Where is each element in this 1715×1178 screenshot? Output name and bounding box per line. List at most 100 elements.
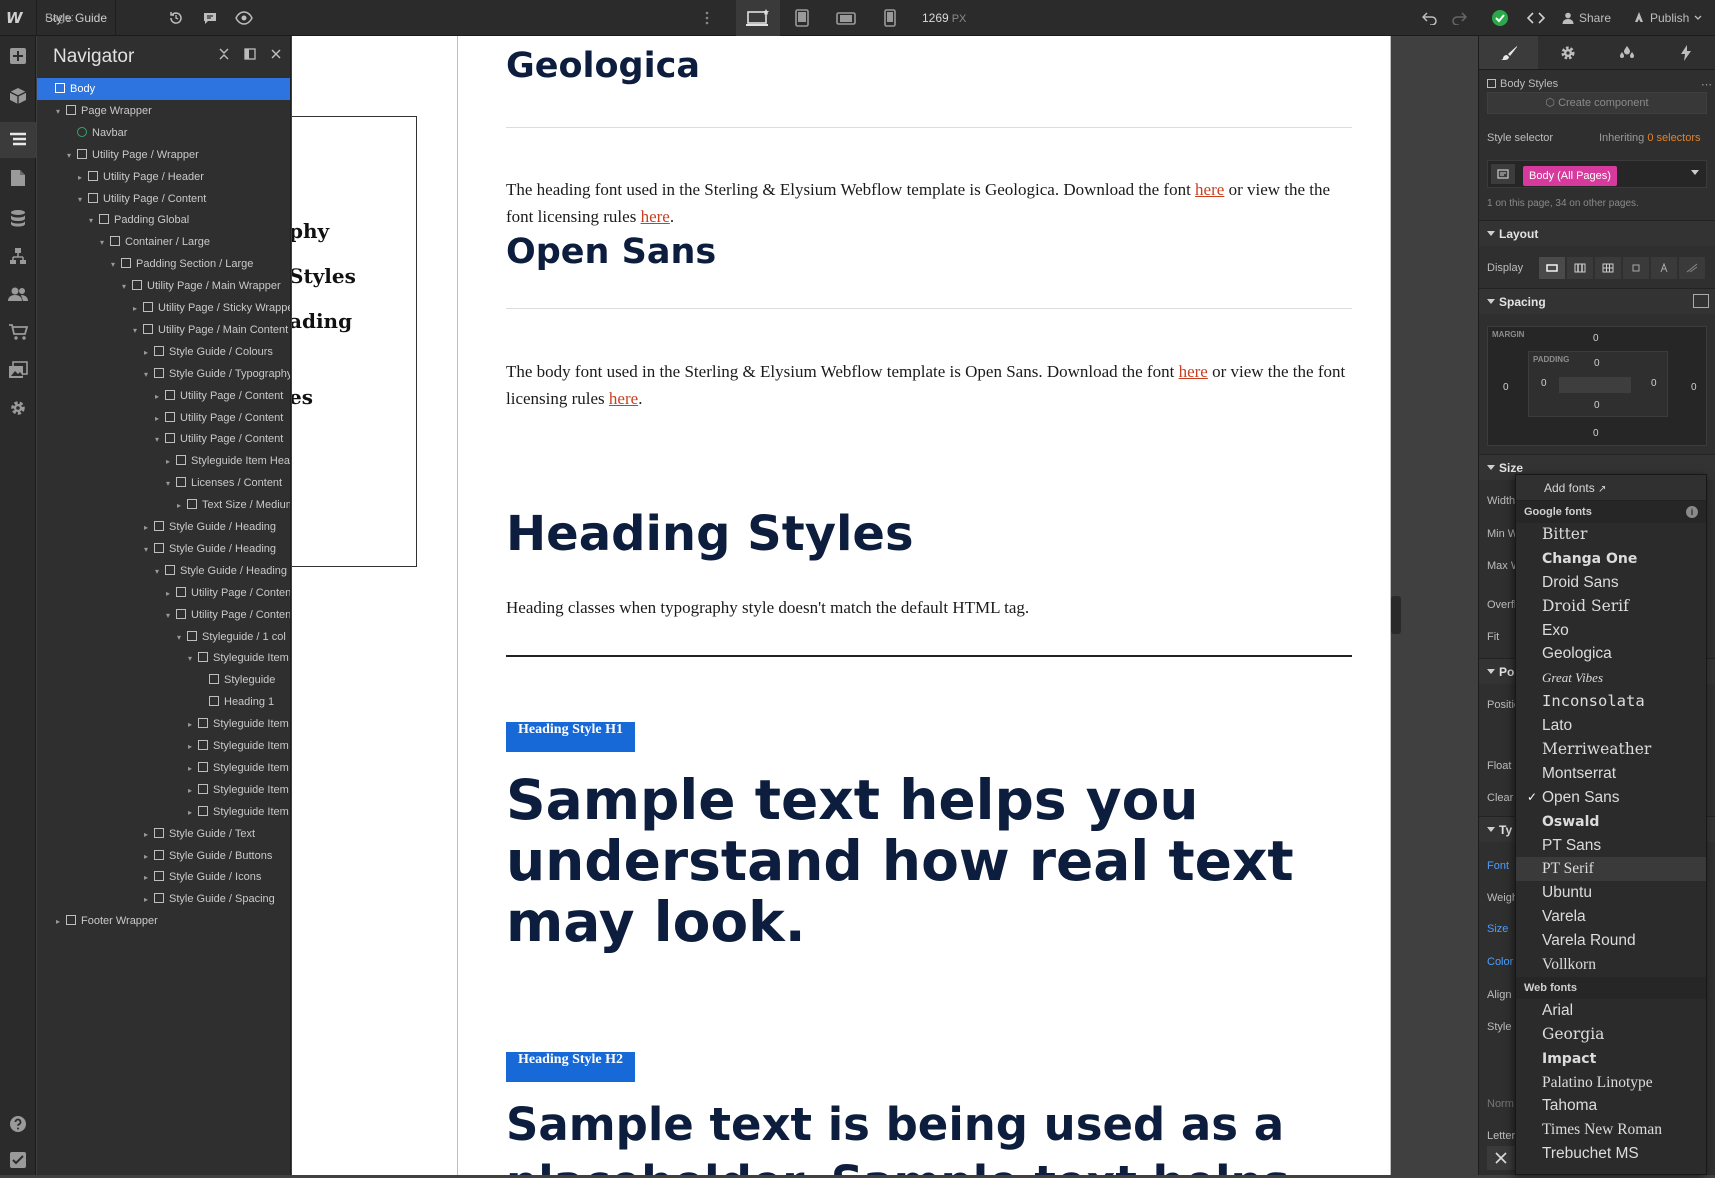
layout-section-header[interactable]: Layout <box>1479 220 1715 246</box>
sample-heading-h1[interactable]: Sample text helps you understand how rea… <box>506 770 1356 953</box>
mobile-landscape-breakpoint-icon[interactable] <box>824 0 868 36</box>
font-option[interactable]: Varela Round <box>1516 929 1706 953</box>
font-option[interactable]: Palatino Linotype <box>1516 1071 1706 1095</box>
selector-pill-body[interactable]: Body (All Pages) <box>1523 166 1617 186</box>
font-option[interactable]: Montserrat <box>1516 762 1706 786</box>
side-label-styles[interactable]: es <box>292 385 313 409</box>
navigator-node[interactable]: ▸ Styleguide Item <box>37 713 290 735</box>
tag-heading-style-h2[interactable]: Heading Style H2 <box>506 1052 636 1082</box>
display-inline-block-icon[interactable] <box>1623 257 1649 279</box>
caret-right-icon[interactable]: ▸ <box>144 889 154 911</box>
navigator-node[interactable]: ▾ Utility Page / Main Wrapper <box>37 275 290 297</box>
padding-bottom-value[interactable]: 0 <box>1594 400 1600 411</box>
navigator-node[interactable]: ▸ Styleguide Item Heading <box>37 450 290 472</box>
font1-download-link[interactable]: here <box>1195 180 1224 199</box>
navigator-node[interactable]: Body <box>37 78 290 100</box>
redo-icon[interactable] <box>1443 0 1475 36</box>
add-fonts-link[interactable]: Add fonts ↗ <box>1516 475 1706 501</box>
comments-icon[interactable] <box>194 0 226 36</box>
font-option[interactable]: Changa One <box>1516 547 1706 571</box>
font-option[interactable]: ✓ Open Sans <box>1516 786 1706 810</box>
display-none-icon[interactable] <box>1679 257 1705 279</box>
caret-right-icon[interactable]: ▸ <box>144 846 154 868</box>
caret-down-icon[interactable]: ▾ <box>111 254 121 276</box>
dock-panel-icon[interactable] <box>244 48 256 60</box>
pages-icon[interactable] <box>0 160 36 196</box>
more-vertical-icon[interactable] <box>697 0 717 36</box>
caret-right-icon[interactable]: ▸ <box>78 167 88 189</box>
mobile-portrait-breakpoint-icon[interactable] <box>868 0 912 36</box>
caret-down-icon[interactable]: ▾ <box>188 648 198 670</box>
create-component-button[interactable]: ⬡ Create component <box>1487 92 1707 114</box>
caret-down-icon[interactable]: ▾ <box>133 320 143 342</box>
navigator-node[interactable]: ▸ Text Size / Medium <box>37 494 290 516</box>
navigator-node[interactable]: ▸ Footer Wrapper <box>37 910 290 932</box>
collapse-all-icon[interactable] <box>218 48 230 60</box>
font-option[interactable]: Impact <box>1516 1047 1706 1071</box>
caret-down-icon[interactable]: ▾ <box>89 210 99 232</box>
caret-right-icon[interactable]: ▸ <box>144 867 154 889</box>
display-flex-icon[interactable] <box>1567 257 1593 279</box>
navigator-node[interactable]: ▸ Style Guide / Spacing <box>37 888 290 910</box>
margin-right-value[interactable]: 0 <box>1691 382 1697 393</box>
close-icon[interactable] <box>270 48 282 60</box>
caret-down-icon[interactable]: ▾ <box>144 364 154 386</box>
navigator-node[interactable]: ▸ Utility Page / Header <box>37 166 290 188</box>
canvas-resize-handle[interactable] <box>1391 596 1401 634</box>
font1-description[interactable]: The heading font used in the Sterling & … <box>506 176 1346 230</box>
margin-left-value[interactable]: 0 <box>1503 382 1509 393</box>
font-option[interactable]: PT Serif <box>1516 857 1706 882</box>
caret-right-icon[interactable]: ▸ <box>188 758 198 780</box>
sample-heading-h2[interactable]: Sample text is being used as a placehold… <box>506 1096 1356 1175</box>
font2-title[interactable]: Open Sans <box>506 232 716 272</box>
navigator-node[interactable]: ▸ Utility Page / Content <box>37 582 290 604</box>
caret-down-icon[interactable]: ▾ <box>155 429 165 451</box>
navigator-node[interactable]: ▾ Utility Page / Content <box>37 428 290 450</box>
assets-icon[interactable] <box>0 352 36 388</box>
navigator-node[interactable]: ▸ Style Guide / Colours <box>37 341 290 363</box>
font-option[interactable]: Times New Roman <box>1516 1118 1706 1142</box>
navigator-node[interactable]: ▸ Style Guide / Icons <box>37 866 290 888</box>
font-option[interactable]: Lato <box>1516 714 1706 738</box>
navigator-node[interactable]: Heading 1 <box>37 691 290 713</box>
heading-styles-description[interactable]: Heading classes when typography style do… <box>506 594 1346 621</box>
inheriting-info[interactable]: Inheriting 0 selectors <box>1599 132 1701 144</box>
navigator-icon[interactable] <box>0 122 36 158</box>
audit-checklist-icon[interactable] <box>0 1142 36 1178</box>
caret-down-icon[interactable]: ▾ <box>78 189 88 211</box>
navigator-node[interactable]: ▸ Styleguide Item <box>37 801 290 823</box>
selector-type-icon[interactable] <box>1491 164 1515 184</box>
navigator-node[interactable]: ▾ Styleguide Item <box>37 647 290 669</box>
font2-license-link[interactable]: here <box>609 389 638 408</box>
tab-style[interactable] <box>1479 36 1538 69</box>
font1-title[interactable]: Geologica <box>506 46 700 86</box>
cms-database-icon[interactable] <box>0 200 36 236</box>
tab-interactions[interactable] <box>1656 36 1715 69</box>
display-inline-icon[interactable] <box>1651 257 1677 279</box>
caret-down-icon[interactable]: ▾ <box>100 232 110 254</box>
navigator-node[interactable]: ▸ Style Guide / Text <box>37 823 290 845</box>
font-option[interactable]: Geologica <box>1516 642 1706 666</box>
navigator-node[interactable]: ▾ Utility Page / Wrapper <box>37 144 290 166</box>
caret-right-icon[interactable]: ▸ <box>144 517 154 539</box>
margin-box[interactable]: MARGIN 0 0 0 0 PADDING 0 0 0 0 <box>1487 326 1707 446</box>
tablet-breakpoint-icon[interactable] <box>780 0 824 36</box>
caret-right-icon[interactable]: ▸ <box>56 911 66 933</box>
font-option[interactable]: Bitter <box>1516 523 1706 547</box>
undo-icon[interactable] <box>1414 0 1446 36</box>
navigator-node[interactable]: ▾ Style Guide / Typography <box>37 363 290 385</box>
tab-settings[interactable] <box>1538 36 1597 69</box>
navigator-node[interactable]: ▾ Container / Large <box>37 231 290 253</box>
tag-heading-style-h1[interactable]: Heading Style H1 <box>506 722 636 752</box>
line-height-input[interactable]: Norm <box>1487 1098 1514 1110</box>
caret-down-icon[interactable]: ▾ <box>56 101 66 123</box>
caret-down-icon[interactable]: ▾ <box>166 473 176 495</box>
navigator-node[interactable]: ▾ Licenses / Content <box>37 472 290 494</box>
caret-right-icon[interactable]: ▸ <box>188 780 198 802</box>
status-check-icon[interactable] <box>1484 0 1516 36</box>
navigator-node[interactable]: ▸ Style Guide / Buttons <box>37 845 290 867</box>
ecommerce-cart-icon[interactable] <box>0 314 36 350</box>
navigator-node[interactable]: ▾ Padding Section / Large <box>37 253 290 275</box>
navigator-node[interactable]: ▸ Utility Page / Content <box>37 385 290 407</box>
navigator-node[interactable]: ▾ Padding Global <box>37 209 290 231</box>
